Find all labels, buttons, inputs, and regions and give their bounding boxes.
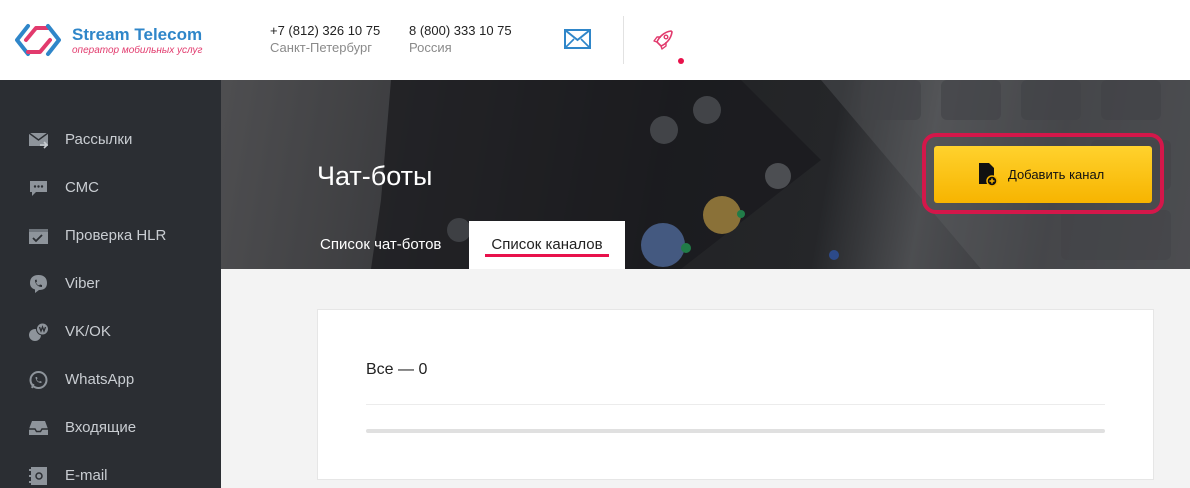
sidebar-item-whatsapp[interactable]: WhatsApp xyxy=(0,358,221,402)
sidebar-item-label: Рассылки xyxy=(65,131,133,148)
contact-russia: 8 (800) 333 10 75 Россия xyxy=(409,23,512,57)
tab-chatbot-list[interactable]: Список чат-ботов xyxy=(320,221,441,269)
sidebar-item-viber[interactable]: Viber xyxy=(0,262,221,306)
add-channel-button[interactable]: Добавить канал xyxy=(934,146,1152,203)
add-document-icon xyxy=(979,163,998,187)
card-divider xyxy=(366,404,1105,405)
sidebar-item-hlr[interactable]: Проверка HLR xyxy=(0,214,221,258)
inbox-icon xyxy=(29,421,48,435)
logo-tagline: оператор мобильных услуг xyxy=(72,45,203,56)
contact-city: Россия xyxy=(409,40,452,55)
vk-ok-icon xyxy=(29,322,49,341)
email-icon xyxy=(29,467,47,485)
contact-phone[interactable]: 8 (800) 333 10 75 xyxy=(409,23,512,39)
contact-phone[interactable]: +7 (812) 326 10 75 xyxy=(270,23,380,39)
mail-send-icon xyxy=(28,132,49,149)
sidebar-item-inbox[interactable]: Входящие xyxy=(0,406,221,450)
sidebar-item-label: E-mail xyxy=(65,467,108,484)
logo-text[interactable]: Stream Telecom оператор мобильных услуг xyxy=(72,25,202,57)
page-title: Чат-боты xyxy=(317,161,433,191)
tab-label: Список каналов xyxy=(491,236,603,253)
sidebar-item-label: СМС xyxy=(65,179,99,196)
active-tab-underline xyxy=(485,254,609,257)
rocket-icon[interactable] xyxy=(651,28,675,52)
header-divider xyxy=(623,16,624,64)
channel-list-card: Все — 0 xyxy=(317,309,1154,480)
sidebar-item-sms[interactable]: СМС xyxy=(0,166,221,210)
hlr-check-icon xyxy=(29,229,48,244)
sidebar-item-mailings[interactable]: Рассылки xyxy=(0,118,221,162)
sms-bubble-icon xyxy=(30,181,47,196)
sidebar-item-label: Проверка HLR xyxy=(65,227,167,244)
contact-city: Санкт-Петербург xyxy=(270,40,372,55)
add-channel-label: Добавить канал xyxy=(1008,167,1105,182)
whatsapp-icon xyxy=(29,371,48,389)
channel-count: Все — 0 xyxy=(366,361,428,378)
sidebar-item-label: Viber xyxy=(65,275,100,292)
viber-icon xyxy=(30,275,47,293)
contact-spb: +7 (812) 326 10 75 Санкт-Петербург xyxy=(270,23,380,57)
sidebar-item-label: VK/OK xyxy=(65,323,111,340)
tab-channel-list[interactable]: Список каналов xyxy=(469,221,625,269)
stream-telecom-logo-icon[interactable] xyxy=(14,18,62,62)
sidebar-item-vk-ok[interactable]: VK/OK xyxy=(0,310,221,354)
sidebar: Рассылки СМС Проверка HLR Viber VK/OK Wh… xyxy=(0,80,221,488)
list-placeholder-bar xyxy=(366,429,1105,433)
sidebar-item-email[interactable]: E-mail xyxy=(0,454,221,488)
notification-dot xyxy=(678,58,684,64)
logo-name: Stream Telecom xyxy=(72,25,203,44)
top-header: Stream Telecom оператор мобильных услуг … xyxy=(0,0,1190,80)
sidebar-item-label: Входящие xyxy=(65,419,137,436)
sidebar-item-label: WhatsApp xyxy=(65,371,135,388)
envelope-icon[interactable] xyxy=(564,28,591,50)
